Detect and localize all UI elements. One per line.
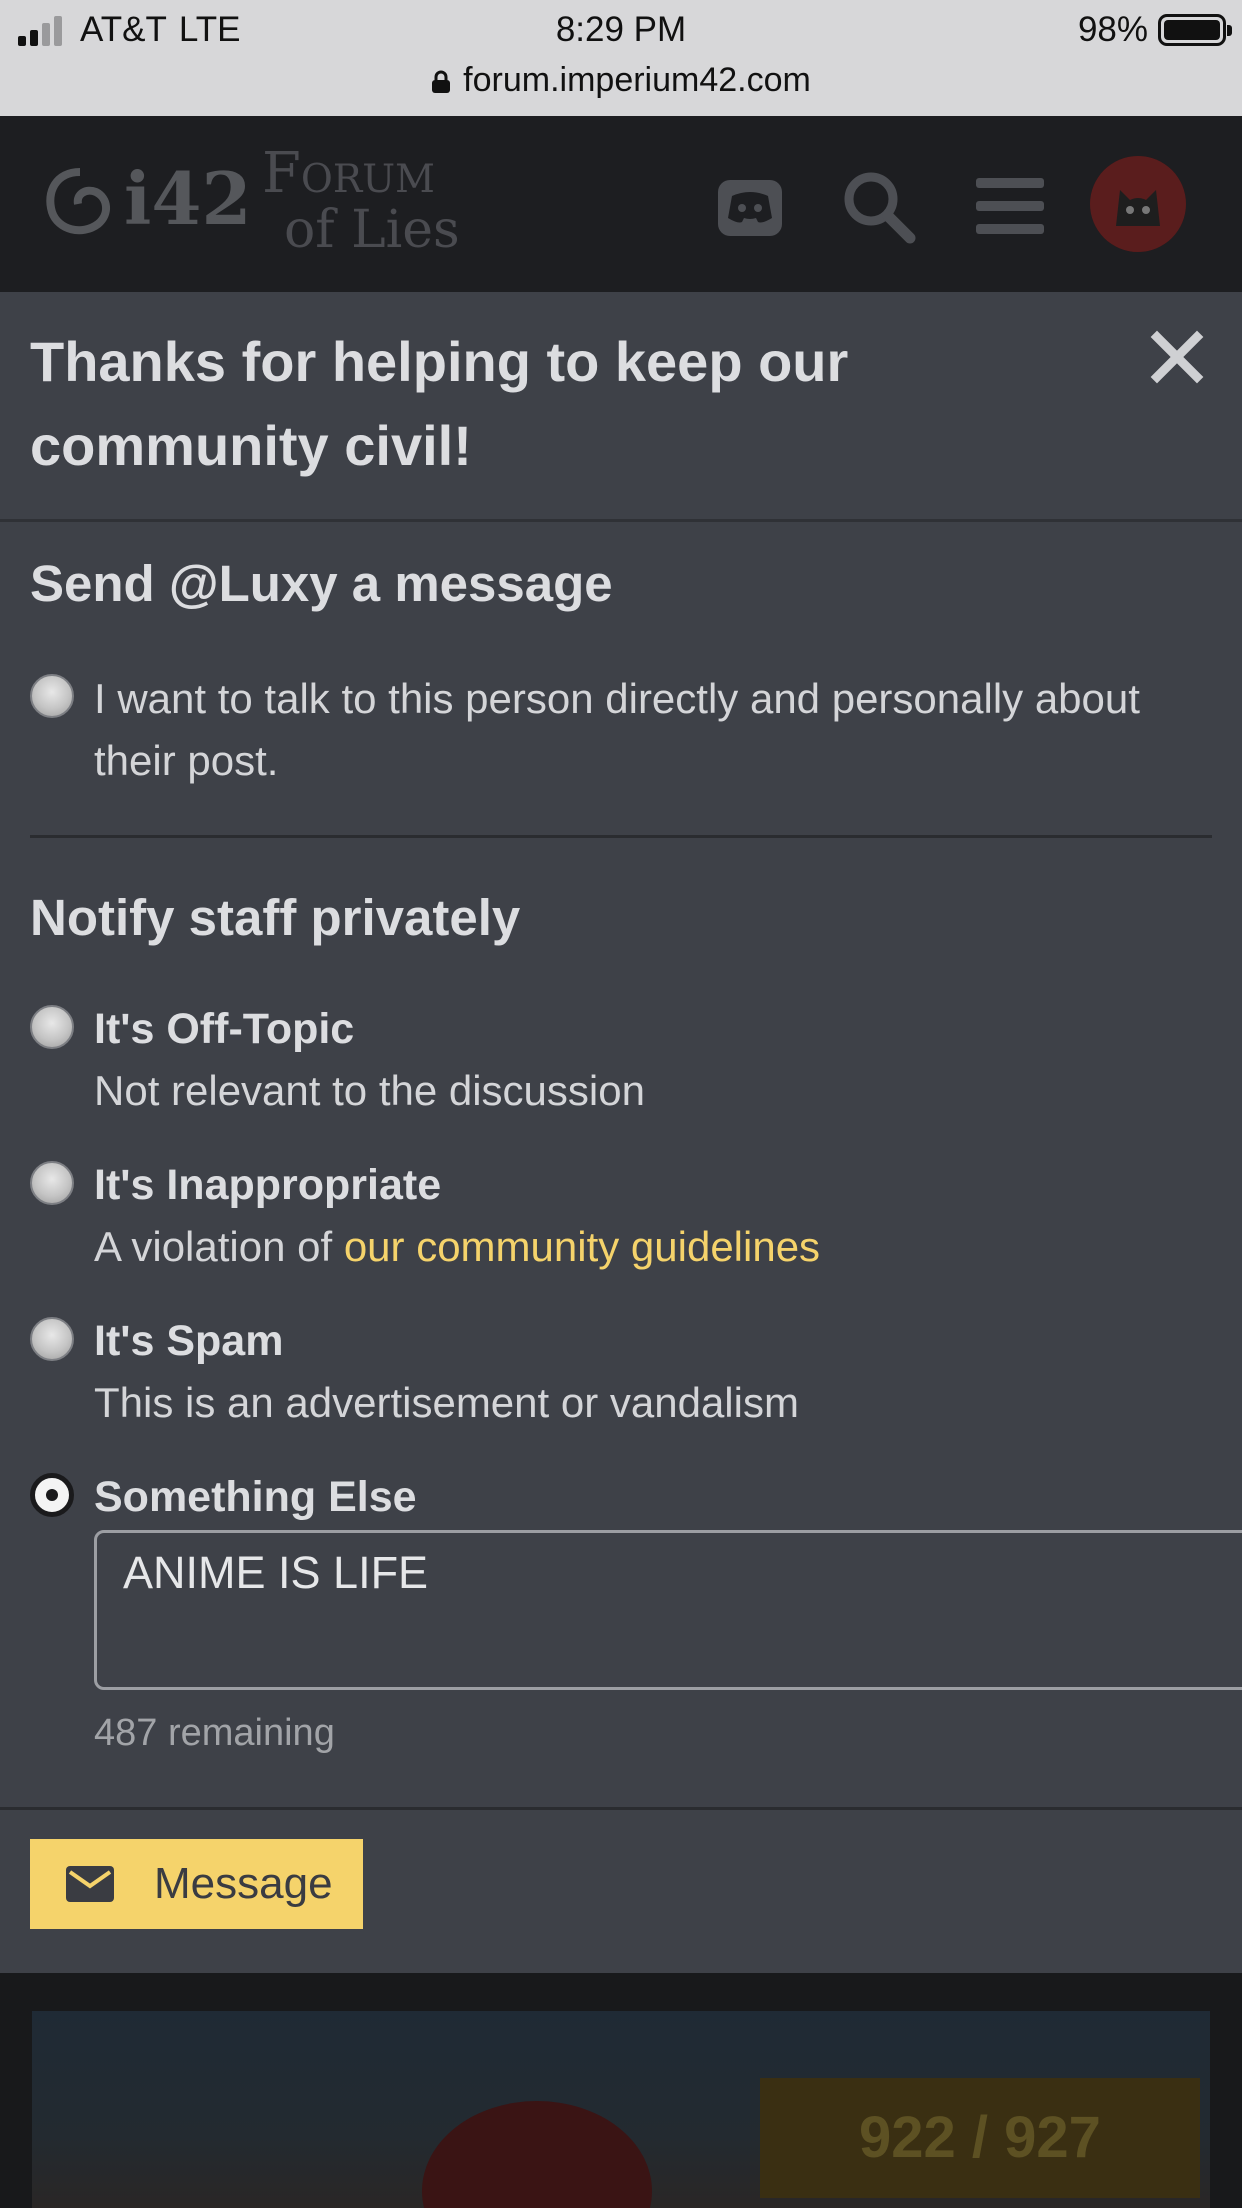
logo-line2: of Lies [284,200,460,260]
option-off-topic-desc: Not relevant to the discussion [94,1067,645,1114]
clock: 8:29 PM [555,10,687,49]
radio-spam[interactable] [30,1317,74,1361]
discord-icon[interactable] [710,166,790,246]
cat-avatar-icon [1090,156,1186,252]
flag-post-modal: Thanks for helping to keep our community… [0,292,1242,1973]
background-post: 922 / 927 [0,1973,1242,2208]
characters-remaining: 487 remaining [94,1712,335,1754]
radio-off-topic[interactable] [30,1005,74,1049]
modal-title: Thanks for helping to keep our community… [30,330,849,477]
i42-logo[interactable]: i42 [38,156,252,246]
send-message-option-label[interactable]: I want to talk to this person directly a… [94,668,1174,792]
status-bar: AT&T LTE 8:29 PM 98% forum.imperium42.co… [0,0,1242,116]
community-guidelines-link[interactable]: our community guidelines [344,1223,820,1270]
logo-line1: Forum [262,141,435,206]
send-message-heading: Send @Luxy a message [30,555,613,612]
textarea-value: ANIME IS LIFE [123,1547,429,1598]
search-icon[interactable] [838,166,918,246]
lock-icon [432,70,451,93]
inappropriate-desc-prefix: A violation of [94,1223,344,1270]
option-something-else-title[interactable]: Something Else [94,1473,417,1522]
option-inappropriate-desc: A violation of our community guidelines [94,1223,820,1271]
radio-send-message[interactable] [30,674,74,718]
modal-footer-divider [0,1807,1242,1810]
forum-of-lies-logo[interactable]: Forum of Lies [262,144,502,264]
message-button[interactable]: Message [30,1839,363,1929]
forum-header: i42 Forum of Lies [0,116,1242,292]
radio-inappropriate[interactable] [30,1161,74,1205]
address-bar[interactable]: forum.imperium42.com [0,58,1242,102]
topic-progress-badge[interactable]: 922 / 927 [760,2078,1200,2198]
option-inappropriate-title[interactable]: It's Inappropriate [94,1161,441,1210]
something-else-textarea[interactable]: ANIME IS LIFE [94,1530,1242,1690]
i42-logo-text: i42 [124,156,252,241]
option-spam-desc: This is an advertisement or vandalism [94,1379,799,1426]
envelope-icon [66,1866,114,1902]
status-right: 98% [1077,8,1232,52]
section-divider [30,835,1212,838]
mario-cap-image [422,2101,652,2208]
close-icon[interactable] [1148,328,1206,386]
option-spam-title[interactable]: It's Spam [94,1317,283,1366]
user-avatar[interactable] [1090,156,1186,252]
swirl-icon [46,168,110,235]
url-text: forum.imperium42.com [463,60,811,99]
battery-icon [1158,14,1232,46]
option-off-topic-title[interactable]: It's Off-Topic [94,1005,354,1054]
message-button-label: Message [154,1859,333,1908]
radio-something-else[interactable] [30,1473,74,1517]
notify-staff-heading: Notify staff privately [30,889,521,946]
modal-header-divider [0,519,1242,522]
battery-percent: 98% [1077,10,1148,49]
hamburger-menu-icon[interactable] [970,166,1050,246]
